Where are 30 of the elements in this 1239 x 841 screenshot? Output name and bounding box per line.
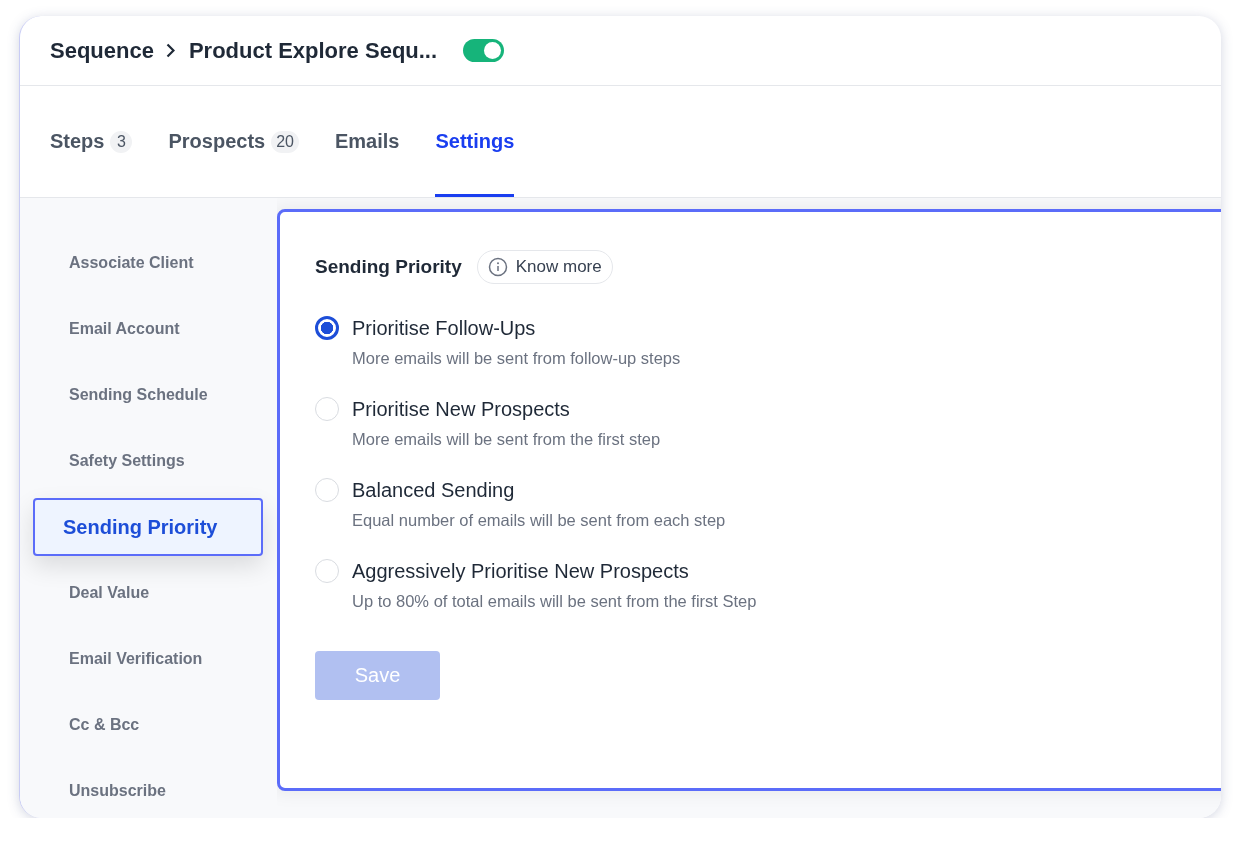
option-description: Equal number of emails will be sent from each step — [352, 511, 727, 530]
section-title: Sending Priority — [315, 256, 462, 278]
toggle-switch[interactable] — [463, 39, 505, 62]
sequence-title: Product Explore Sequ... — [188, 37, 438, 64]
sidebar-item[interactable]: Email Verification — [20, 626, 277, 692]
radio-button[interactable] — [315, 316, 339, 340]
sidebar-item[interactable]: Safety Settings — [20, 428, 277, 494]
sidebar-item[interactable]: Associate Client — [20, 230, 277, 296]
count-badge: 20 — [271, 130, 299, 153]
breadcrumb-link[interactable]: Sequence — [50, 37, 154, 64]
know-more-button[interactable]: Know more — [476, 250, 613, 284]
tab[interactable]: Emails — [335, 86, 400, 197]
info-icon — [487, 257, 508, 277]
sidebar-item[interactable]: Email Account — [20, 296, 277, 362]
sidebar-item[interactable]: Cc & Bcc — [20, 692, 277, 758]
option-label: Prioritise New Prospects — [352, 397, 571, 421]
option-label: Prioritise Follow-Ups — [352, 316, 537, 340]
sidebar-item[interactable]: Sending Schedule — [20, 362, 277, 428]
sidebar-item[interactable]: Sending Priority — [33, 498, 263, 556]
chevron-right-icon — [165, 43, 175, 58]
option-label: Balanced Sending — [352, 478, 516, 502]
option-label: Aggressively Prioritise New Prospects — [352, 559, 690, 583]
tab[interactable]: Prospects 20 — [168, 86, 299, 197]
option-description: More emails will be sent from follow-up steps — [352, 349, 682, 368]
sidebar-item[interactable]: Deal Value — [20, 560, 277, 626]
option-description: Up to 80% of total emails will be sent from the first Step — [352, 592, 758, 611]
option-description: More emails will be sent from the first step — [352, 430, 662, 449]
count-badge: 3 — [110, 130, 133, 153]
tab[interactable]: Steps 3 — [50, 86, 133, 197]
sidebar-item[interactable]: Unsubscribe — [20, 758, 277, 818]
